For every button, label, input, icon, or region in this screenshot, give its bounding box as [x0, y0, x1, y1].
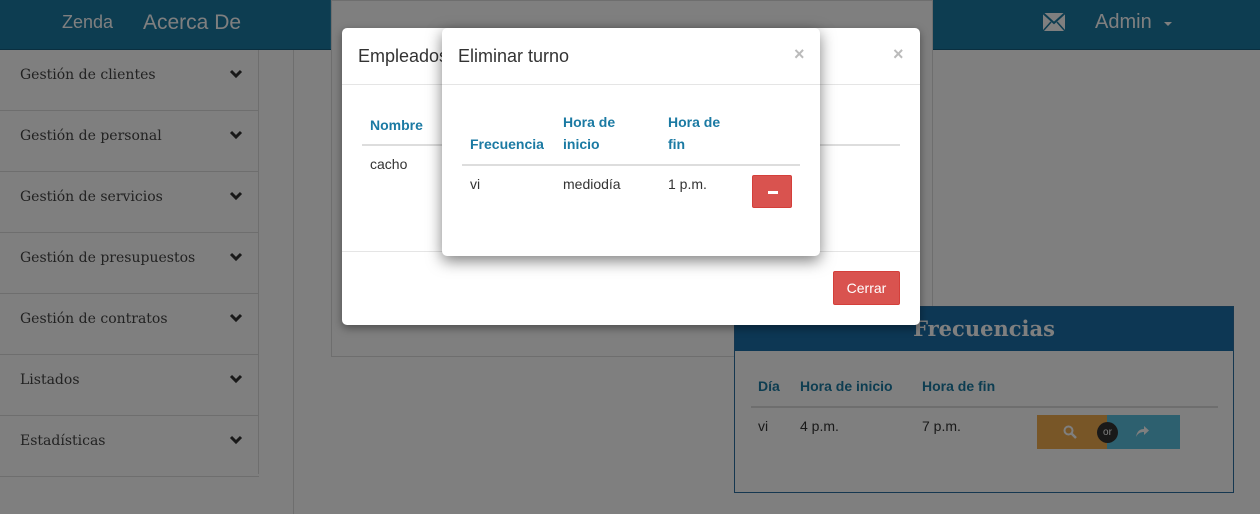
modal-title: Eliminar turno [458, 46, 570, 66]
column-header-inicio-line2: inicio [563, 136, 600, 152]
cell-fin: 1 p.m. [668, 176, 707, 192]
delete-button[interactable] [752, 175, 792, 208]
column-header-fin-line1: Hora de [668, 114, 721, 130]
table-divider [462, 164, 800, 166]
close-icon[interactable]: × [794, 44, 805, 65]
close-button[interactable]: Cerrar [833, 271, 900, 305]
eliminar-turno-modal: Eliminar turno × Frecuencia Hora de inic… [442, 28, 820, 256]
minus-icon [768, 191, 778, 194]
close-icon[interactable]: × [893, 44, 904, 65]
modal-header-divider [442, 84, 820, 85]
column-header-nombre: Nombre [370, 117, 423, 133]
cell-nombre: cacho [370, 156, 408, 172]
cell-frecuencia: vi [470, 176, 481, 192]
modal-title: Empleados [358, 46, 449, 66]
cell-inicio: mediodía [563, 176, 621, 192]
column-header-fin-line2: fin [668, 136, 686, 152]
column-header-frecuencia: Frecuencia [470, 136, 544, 152]
column-header-inicio-line1: Hora de [563, 114, 616, 130]
